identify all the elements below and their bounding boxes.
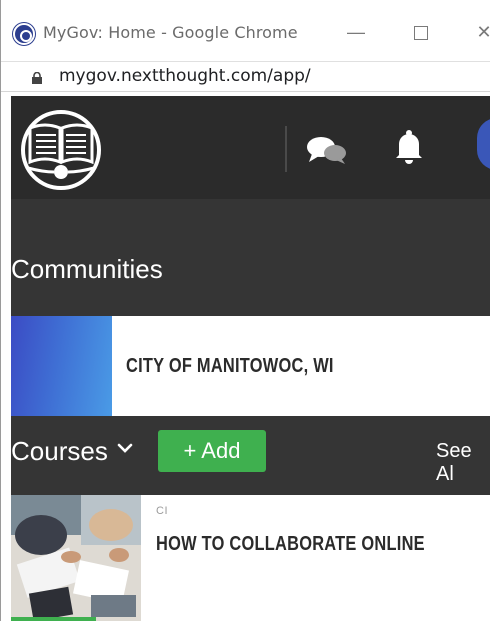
maximize-icon: [414, 26, 428, 41]
community-name[interactable]: CITY OF MANITOWOC, WI: [126, 355, 334, 378]
url-text[interactable]: mygov.nextthought.com/app/: [59, 66, 311, 86]
lock-icon: [32, 72, 42, 84]
course-progress-bar: [11, 617, 96, 621]
chevron-down-icon[interactable]: [117, 440, 133, 456]
maximize-button[interactable]: [406, 18, 436, 46]
community-thumbnail[interactable]: [11, 316, 112, 416]
chat-icon[interactable]: [306, 135, 348, 165]
bell-icon[interactable]: [394, 129, 424, 165]
close-button[interactable]: ✕: [469, 18, 490, 46]
site-favicon-icon: [13, 23, 35, 45]
course-code: CI: [156, 505, 168, 517]
add-course-button[interactable]: + Add: [158, 430, 266, 472]
book-seal-logo-icon[interactable]: [18, 110, 105, 192]
communities-heading: Communities: [11, 254, 163, 284]
course-title[interactable]: HOW TO COLLABORATE ONLINE: [156, 533, 425, 556]
window-title: MyGov: Home - Google Chrome: [43, 23, 298, 42]
browser-window: MyGov: Home - Google Chrome — ✕ mygov.ne…: [0, 0, 490, 621]
course-thumbnail[interactable]: [11, 495, 141, 621]
header-divider: [285, 126, 287, 172]
courses-dropdown[interactable]: Courses: [11, 436, 108, 467]
see-all-link[interactable]: See Al: [436, 440, 490, 486]
minimize-button[interactable]: —: [341, 18, 371, 46]
